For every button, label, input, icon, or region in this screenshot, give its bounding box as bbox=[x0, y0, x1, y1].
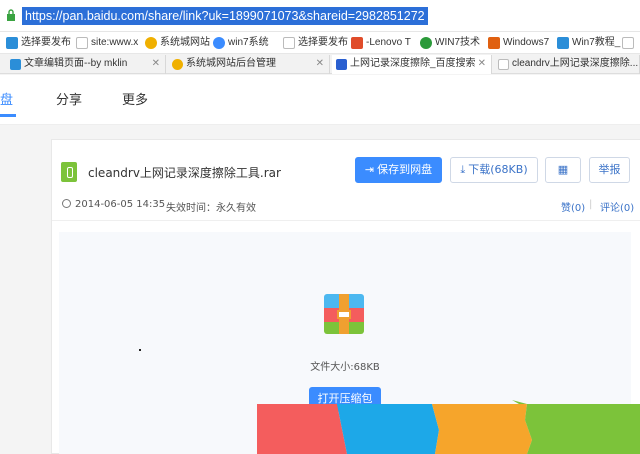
expiry-text: 失效时间：永久有效 bbox=[166, 203, 256, 214]
page-icon bbox=[283, 37, 295, 49]
file-name: cleandrv上网记录深度擦除工具.rar bbox=[88, 166, 281, 180]
bookmarks-bar: 选择要发布 site:www.x 系统城网站 win7系统 选择要发布 -Len… bbox=[0, 32, 640, 54]
page-icon bbox=[76, 37, 88, 49]
qr-code-button[interactable]: ▦ bbox=[545, 157, 581, 183]
bookmark-item[interactable]: 选择要发布 bbox=[6, 35, 71, 51]
tab-cleandrv[interactable]: cleandrv上网记录深度擦除... bbox=[494, 55, 640, 74]
separator: | bbox=[589, 199, 593, 210]
cloud-icon bbox=[213, 37, 225, 49]
file-size-text: 文件大小:68KB bbox=[310, 362, 380, 373]
close-icon[interactable]: ✕ bbox=[316, 55, 324, 73]
nav-item-pan[interactable]: 盘 bbox=[0, 89, 13, 108]
download-icon: ⤓ bbox=[460, 163, 466, 176]
bookmark-item[interactable]: Win7教程_ bbox=[557, 35, 620, 51]
leaf-icon bbox=[420, 37, 432, 49]
bookmark-item[interactable]: 系统城网站 bbox=[145, 35, 210, 51]
download-button[interactable]: ⤓ 下载(68KB) bbox=[450, 157, 538, 183]
bookmark-item[interactable]: Windows7 bbox=[488, 35, 549, 51]
tab-article-edit[interactable]: 文章编辑页面--by mklin ✕ bbox=[6, 55, 166, 74]
bookmark-item[interactable]: win7系统 bbox=[213, 35, 269, 51]
zip-file-icon bbox=[61, 162, 77, 182]
share-date: 2014-06-05 14:35 bbox=[75, 199, 166, 210]
blue-square-icon bbox=[6, 37, 18, 49]
active-tab-indicator bbox=[0, 114, 16, 117]
cursor-dot bbox=[139, 349, 141, 351]
page-icon bbox=[498, 59, 509, 70]
globe-icon bbox=[172, 59, 183, 70]
site-nav: 盘 分享 更多 bbox=[0, 75, 640, 125]
report-button[interactable]: 举报 bbox=[589, 157, 630, 183]
like-link[interactable]: 赞(0) bbox=[561, 199, 585, 214]
globe-icon bbox=[145, 37, 157, 49]
bookmark-item[interactable]: WIN7技术 bbox=[420, 35, 480, 51]
lock-icon bbox=[7, 9, 15, 21]
tab-baidu-search[interactable]: 上网记录深度擦除_百度搜索 ✕ bbox=[332, 55, 492, 74]
bookmark-item[interactable]: 选择要发布 bbox=[283, 35, 348, 51]
pencil-icon bbox=[488, 37, 500, 49]
clock-icon bbox=[62, 199, 71, 208]
nav-item-share[interactable]: 分享 bbox=[56, 89, 82, 108]
windows-icon bbox=[557, 37, 569, 49]
nav-item-more[interactable]: 更多 bbox=[122, 89, 148, 108]
bookmark-item[interactable]: site:www.x bbox=[76, 35, 138, 51]
page-icon bbox=[622, 37, 634, 49]
qr-code-icon: ▦ bbox=[557, 163, 569, 176]
lenovo-icon bbox=[351, 37, 363, 49]
close-icon[interactable]: ✕ bbox=[152, 55, 160, 73]
blue-square-icon bbox=[10, 59, 21, 70]
bookmark-item[interactable]: -Lenovo T bbox=[351, 35, 411, 51]
url-text[interactable]: https://pan.baidu.com/share/link?uk=1899… bbox=[22, 7, 428, 25]
divider bbox=[52, 220, 640, 221]
address-bar[interactable]: https://pan.baidu.com/share/link?uk=1899… bbox=[0, 0, 640, 32]
save-to-pan-button[interactable]: ⇥ 保存到网盘 bbox=[355, 157, 442, 183]
comment-link[interactable]: 评论(0) bbox=[600, 199, 634, 214]
tab-strip: 文章编辑页面--by mklin ✕ 系统城网站后台管理 ✕ 上网记录深度擦除_百度… bbox=[0, 54, 640, 74]
color-stripe-banner bbox=[257, 400, 640, 454]
rar-archive-icon bbox=[324, 294, 364, 334]
bookmark-item[interactable] bbox=[622, 35, 637, 51]
paw-icon bbox=[336, 59, 347, 70]
share-meta: 2014-06-05 14:35 bbox=[62, 199, 165, 210]
save-icon: ⇥ bbox=[364, 163, 375, 176]
tab-site-admin[interactable]: 系统城网站后台管理 ✕ bbox=[168, 55, 330, 74]
close-icon[interactable]: ✕ bbox=[478, 55, 486, 73]
